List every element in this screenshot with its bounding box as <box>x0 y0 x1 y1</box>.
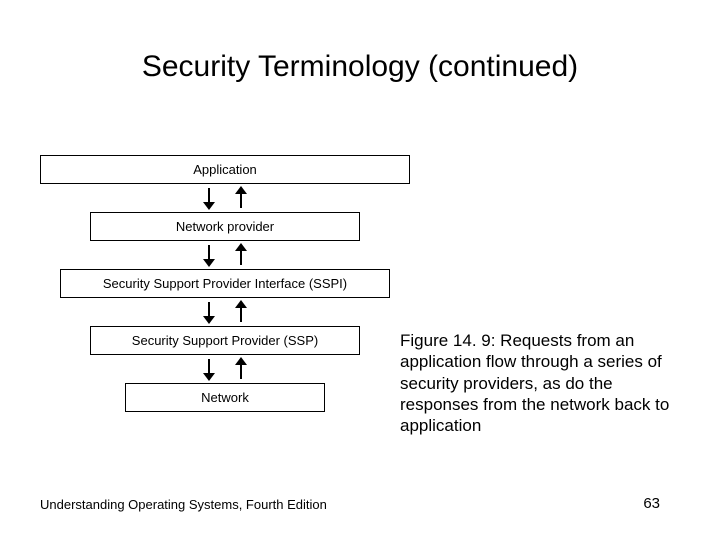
arrows-1 <box>40 184 410 212</box>
arrow-down-icon <box>199 355 219 383</box>
arrow-up-icon <box>231 184 251 212</box>
arrow-down-icon <box>199 241 219 269</box>
box-network-provider: Network provider <box>90 212 360 241</box>
box-application: Application <box>40 155 410 184</box>
box-ssp: Security Support Provider (SSP) <box>90 326 360 355</box>
figure-caption: Figure 14. 9: Requests from an applicati… <box>400 330 680 436</box>
arrow-up-icon <box>231 298 251 326</box>
arrow-down-icon <box>199 298 219 326</box>
arrows-4 <box>40 355 410 383</box>
box-network: Network <box>125 383 325 412</box>
arrows-2 <box>40 241 410 269</box>
arrow-down-icon <box>199 184 219 212</box>
flow-diagram: Application Network provider Security Su… <box>40 155 410 412</box>
arrow-up-icon <box>231 241 251 269</box>
arrows-3 <box>40 298 410 326</box>
slide: Security Terminology (continued) Applica… <box>0 0 720 540</box>
footer-page: 63 <box>643 495 660 512</box>
box-sspi: Security Support Provider Interface (SSP… <box>60 269 390 298</box>
footer-source: Understanding Operating Systems, Fourth … <box>40 497 327 512</box>
page-title: Security Terminology (continued) <box>0 50 720 84</box>
arrow-up-icon <box>231 355 251 383</box>
